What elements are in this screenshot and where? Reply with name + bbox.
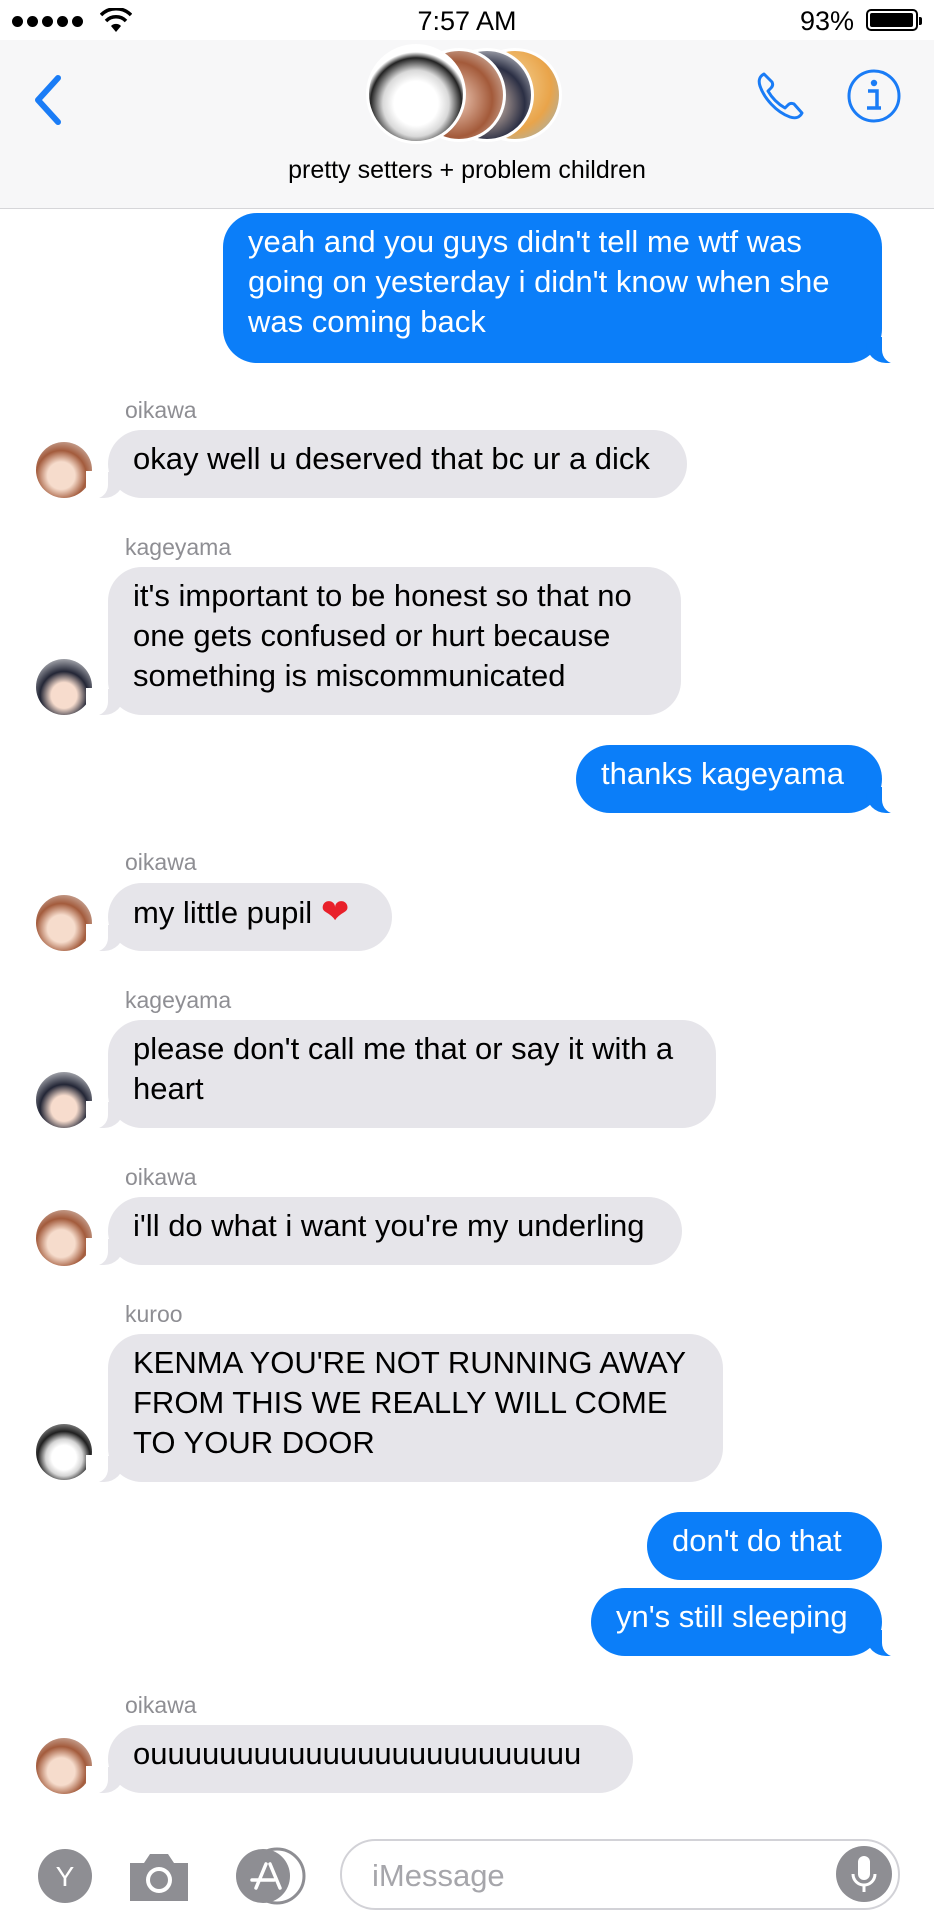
sender-name: oikawa	[125, 849, 197, 875]
camera-icon[interactable]	[126, 1849, 192, 1905]
sender-name: oikawa	[125, 1164, 197, 1190]
sender-name: oikawa	[125, 397, 197, 423]
avatar	[36, 895, 92, 951]
battery-icon	[866, 9, 922, 31]
microphone-icon[interactable]	[836, 1846, 892, 1902]
info-icon[interactable]	[846, 68, 902, 124]
avatar	[36, 659, 92, 715]
status-time: 7:57 AM	[417, 6, 517, 36]
app-drawer-button[interactable]: Y	[36, 1847, 94, 1905]
sender-name: kuroo	[125, 1301, 183, 1327]
incoming-message[interactable]: please don't call me that or say it with…	[86, 1020, 716, 1129]
status-bar: 7:57 AM 93%	[0, 0, 934, 40]
app-store-icon[interactable]	[232, 1847, 308, 1905]
sender-name: oikawa	[125, 1692, 197, 1718]
phone-icon[interactable]	[752, 68, 808, 124]
message-list[interactable]: yeah and you guys didn't tell me wtf was…	[0, 209, 934, 1819]
incoming-message[interactable]: KENMA YOU'RE NOT RUNNING AWAY FROM THIS …	[86, 1334, 723, 1483]
incoming-message[interactable]: okay well u deserved that bc ur a dick	[86, 430, 687, 499]
avatar	[36, 1424, 92, 1480]
outgoing-message[interactable]: don't do that	[647, 1512, 882, 1580]
outgoing-message[interactable]: yn's still sleeping	[591, 1588, 904, 1657]
incoming-message[interactable]: it's important to be honest so that no o…	[86, 567, 681, 716]
avatar	[366, 44, 466, 144]
heart-emoji: ❤	[320, 892, 350, 932]
incoming-message[interactable]: i'll do what i want you're my underling	[86, 1197, 682, 1266]
message-input[interactable]: iMessage	[340, 1839, 900, 1910]
compose-bar: Y iMessage	[0, 1819, 934, 1920]
sender-name: kageyama	[125, 534, 232, 560]
avatar	[36, 1072, 92, 1128]
outgoing-message[interactable]: yeah and you guys didn't tell me wtf was…	[223, 213, 904, 364]
message-input-placeholder: iMessage	[372, 1858, 505, 1893]
battery-percent: 93%	[799, 6, 854, 36]
conversation-header: pretty setters + problem children	[0, 40, 934, 209]
app-drawer-glyph: Y	[56, 1861, 75, 1892]
avatar	[36, 442, 92, 498]
group-avatar-stack[interactable]	[366, 44, 566, 144]
avatar	[36, 1738, 92, 1794]
incoming-message[interactable]: ouuuuuuuuuuuuuuuuuuuuuuuuu	[86, 1725, 633, 1794]
incoming-message[interactable]: my little pupil ❤	[86, 883, 392, 952]
group-name[interactable]: pretty setters + problem children	[0, 156, 934, 185]
outgoing-message[interactable]: thanks kageyama	[576, 745, 904, 814]
avatar	[36, 1210, 92, 1266]
sender-name: kageyama	[125, 987, 232, 1013]
back-chevron-icon[interactable]	[28, 70, 68, 130]
